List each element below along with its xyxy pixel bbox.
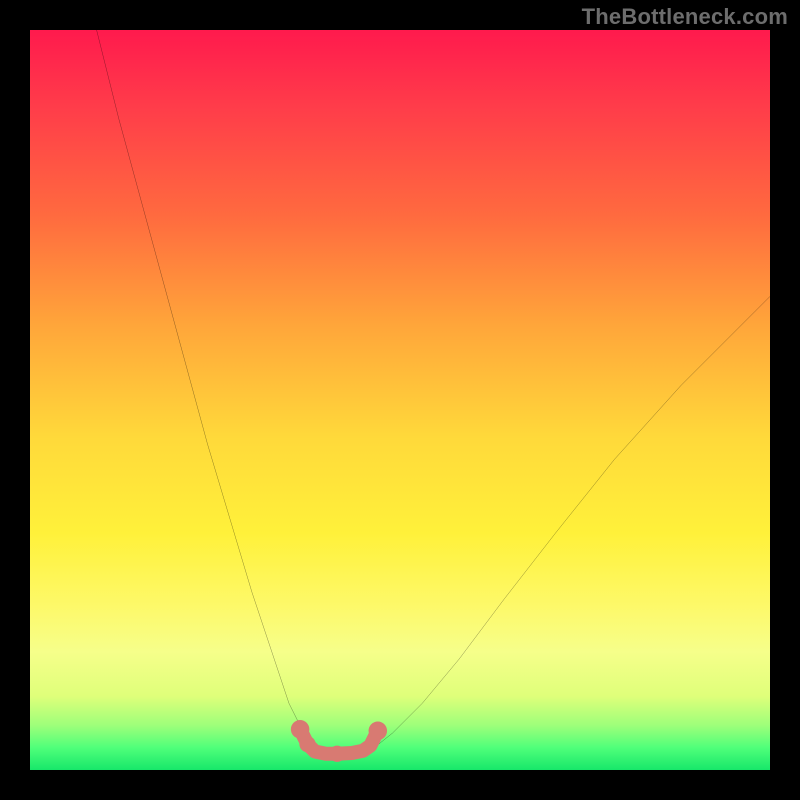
- curve-group: [97, 30, 770, 748]
- valley-end-dot: [291, 720, 310, 739]
- valley-dot: [329, 746, 345, 762]
- valley-dot: [299, 736, 315, 752]
- curve-left: [97, 30, 315, 748]
- curve-right: [374, 296, 770, 747]
- valley-end-dot: [369, 722, 388, 741]
- chart-frame: TheBottleneck.com: [0, 0, 800, 800]
- valley-dots-group: [291, 720, 387, 762]
- chart-svg: [30, 30, 770, 770]
- watermark-text: TheBottleneck.com: [582, 4, 788, 30]
- plot-area: [30, 30, 770, 770]
